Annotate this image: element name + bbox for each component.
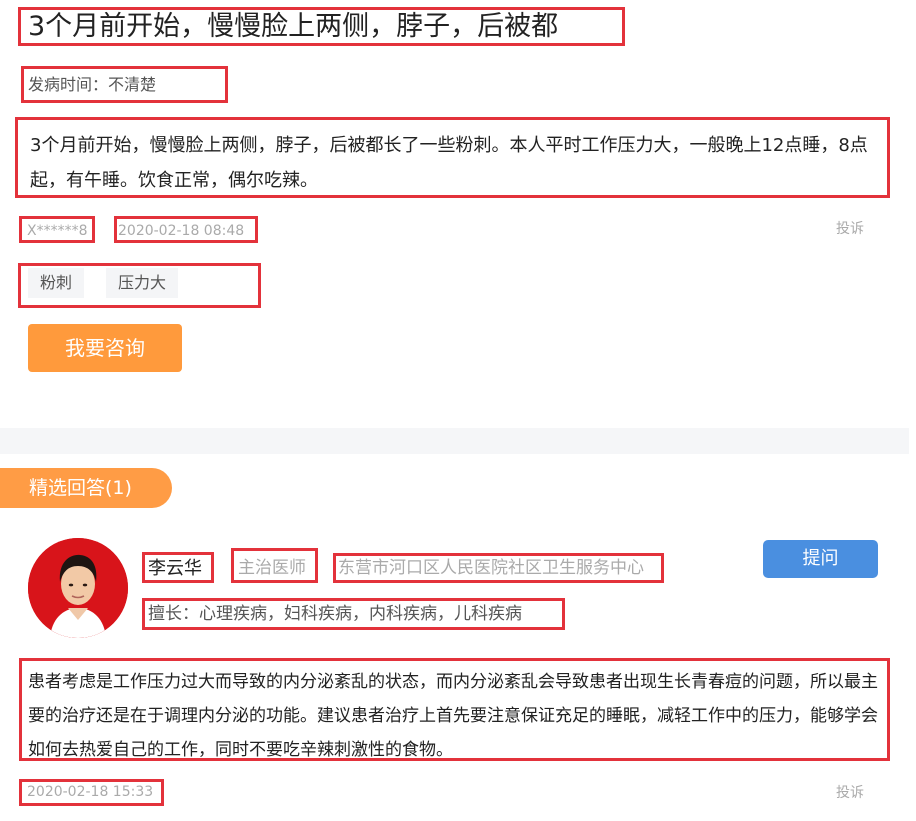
answer-time-highlight bbox=[19, 779, 164, 806]
onset-highlight bbox=[21, 66, 228, 103]
time-highlight bbox=[114, 216, 258, 243]
doctor-name-highlight bbox=[142, 552, 214, 583]
description-highlight bbox=[15, 117, 890, 198]
question-title-highlight bbox=[18, 7, 625, 46]
answer-report-link[interactable]: 投诉 bbox=[836, 782, 864, 802]
consult-button[interactable]: 我要咨询 bbox=[28, 324, 182, 372]
doctor-title-highlight bbox=[231, 548, 318, 583]
selected-answers-tab[interactable]: 精选回答(1) bbox=[0, 468, 172, 508]
doctor-avatar[interactable] bbox=[28, 538, 128, 638]
hospital-highlight bbox=[333, 553, 664, 583]
answer-highlight bbox=[19, 658, 890, 761]
tags-highlight bbox=[18, 263, 261, 308]
right-edge bbox=[909, 0, 916, 454]
question-report-link[interactable]: 投诉 bbox=[836, 218, 864, 238]
section-divider bbox=[0, 428, 909, 454]
user-highlight bbox=[19, 216, 95, 243]
specialty-highlight bbox=[142, 598, 565, 630]
ask-button[interactable]: 提问 bbox=[763, 540, 878, 578]
avatar-portrait-icon bbox=[28, 538, 128, 638]
